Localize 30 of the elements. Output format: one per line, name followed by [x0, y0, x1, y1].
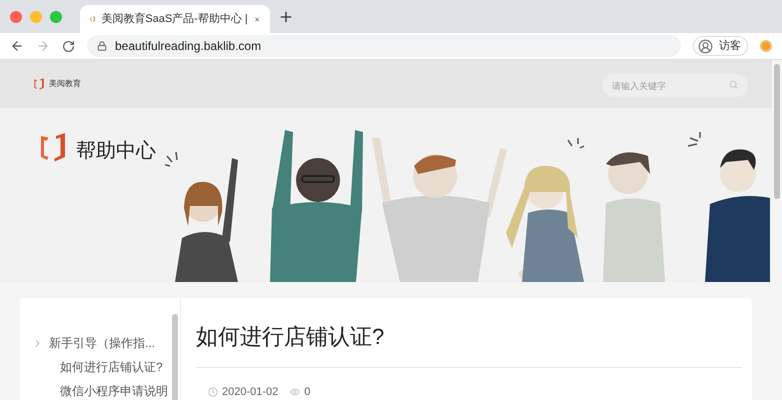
profile-button[interactable]: 访客	[693, 36, 748, 56]
article-title: 如何进行店铺认证?	[196, 320, 742, 368]
user-icon	[698, 38, 713, 54]
sidebar-scrollbar[interactable]	[172, 314, 178, 400]
article-date: 2020-01-02	[222, 385, 278, 400]
close-window-button[interactable]	[10, 10, 22, 22]
view-count: 0	[304, 385, 310, 400]
extension-icon[interactable]	[760, 40, 772, 52]
search-icon[interactable]	[729, 80, 738, 88]
address-bar[interactable]: beautifulreading.baklib.com	[87, 35, 681, 57]
forward-icon[interactable]	[36, 39, 50, 53]
maximize-window-button[interactable]	[50, 10, 62, 22]
back-icon[interactable]	[10, 39, 24, 53]
sidebar-subitem[interactable]: 如何进行店铺认证?	[32, 358, 170, 376]
help-center-logo-icon	[38, 130, 68, 163]
lock-icon	[97, 41, 107, 51]
brand-logo-icon	[33, 77, 45, 91]
banner-title: 帮助中心	[76, 139, 156, 164]
url-text: beautifulreading.baklib.com	[115, 38, 262, 55]
minimize-window-button[interactable]	[30, 10, 42, 22]
browser-tab[interactable]: 美阅教育SaaS产品-帮助中心 |	[80, 5, 270, 33]
search-field[interactable]: 请输入关键字	[602, 74, 748, 97]
views-icon	[290, 387, 300, 398]
sidebar-item[interactable]: 新手引导（操作指...	[32, 334, 170, 352]
page-scrollbar[interactable]	[774, 64, 780, 199]
brand-name: 美阅教育	[49, 78, 81, 90]
clock-icon	[208, 387, 218, 398]
new-tab-icon[interactable]	[278, 8, 294, 24]
reload-icon[interactable]	[62, 40, 75, 52]
sidebar-subitem[interactable]: 微信小程序申请说明	[32, 382, 170, 400]
